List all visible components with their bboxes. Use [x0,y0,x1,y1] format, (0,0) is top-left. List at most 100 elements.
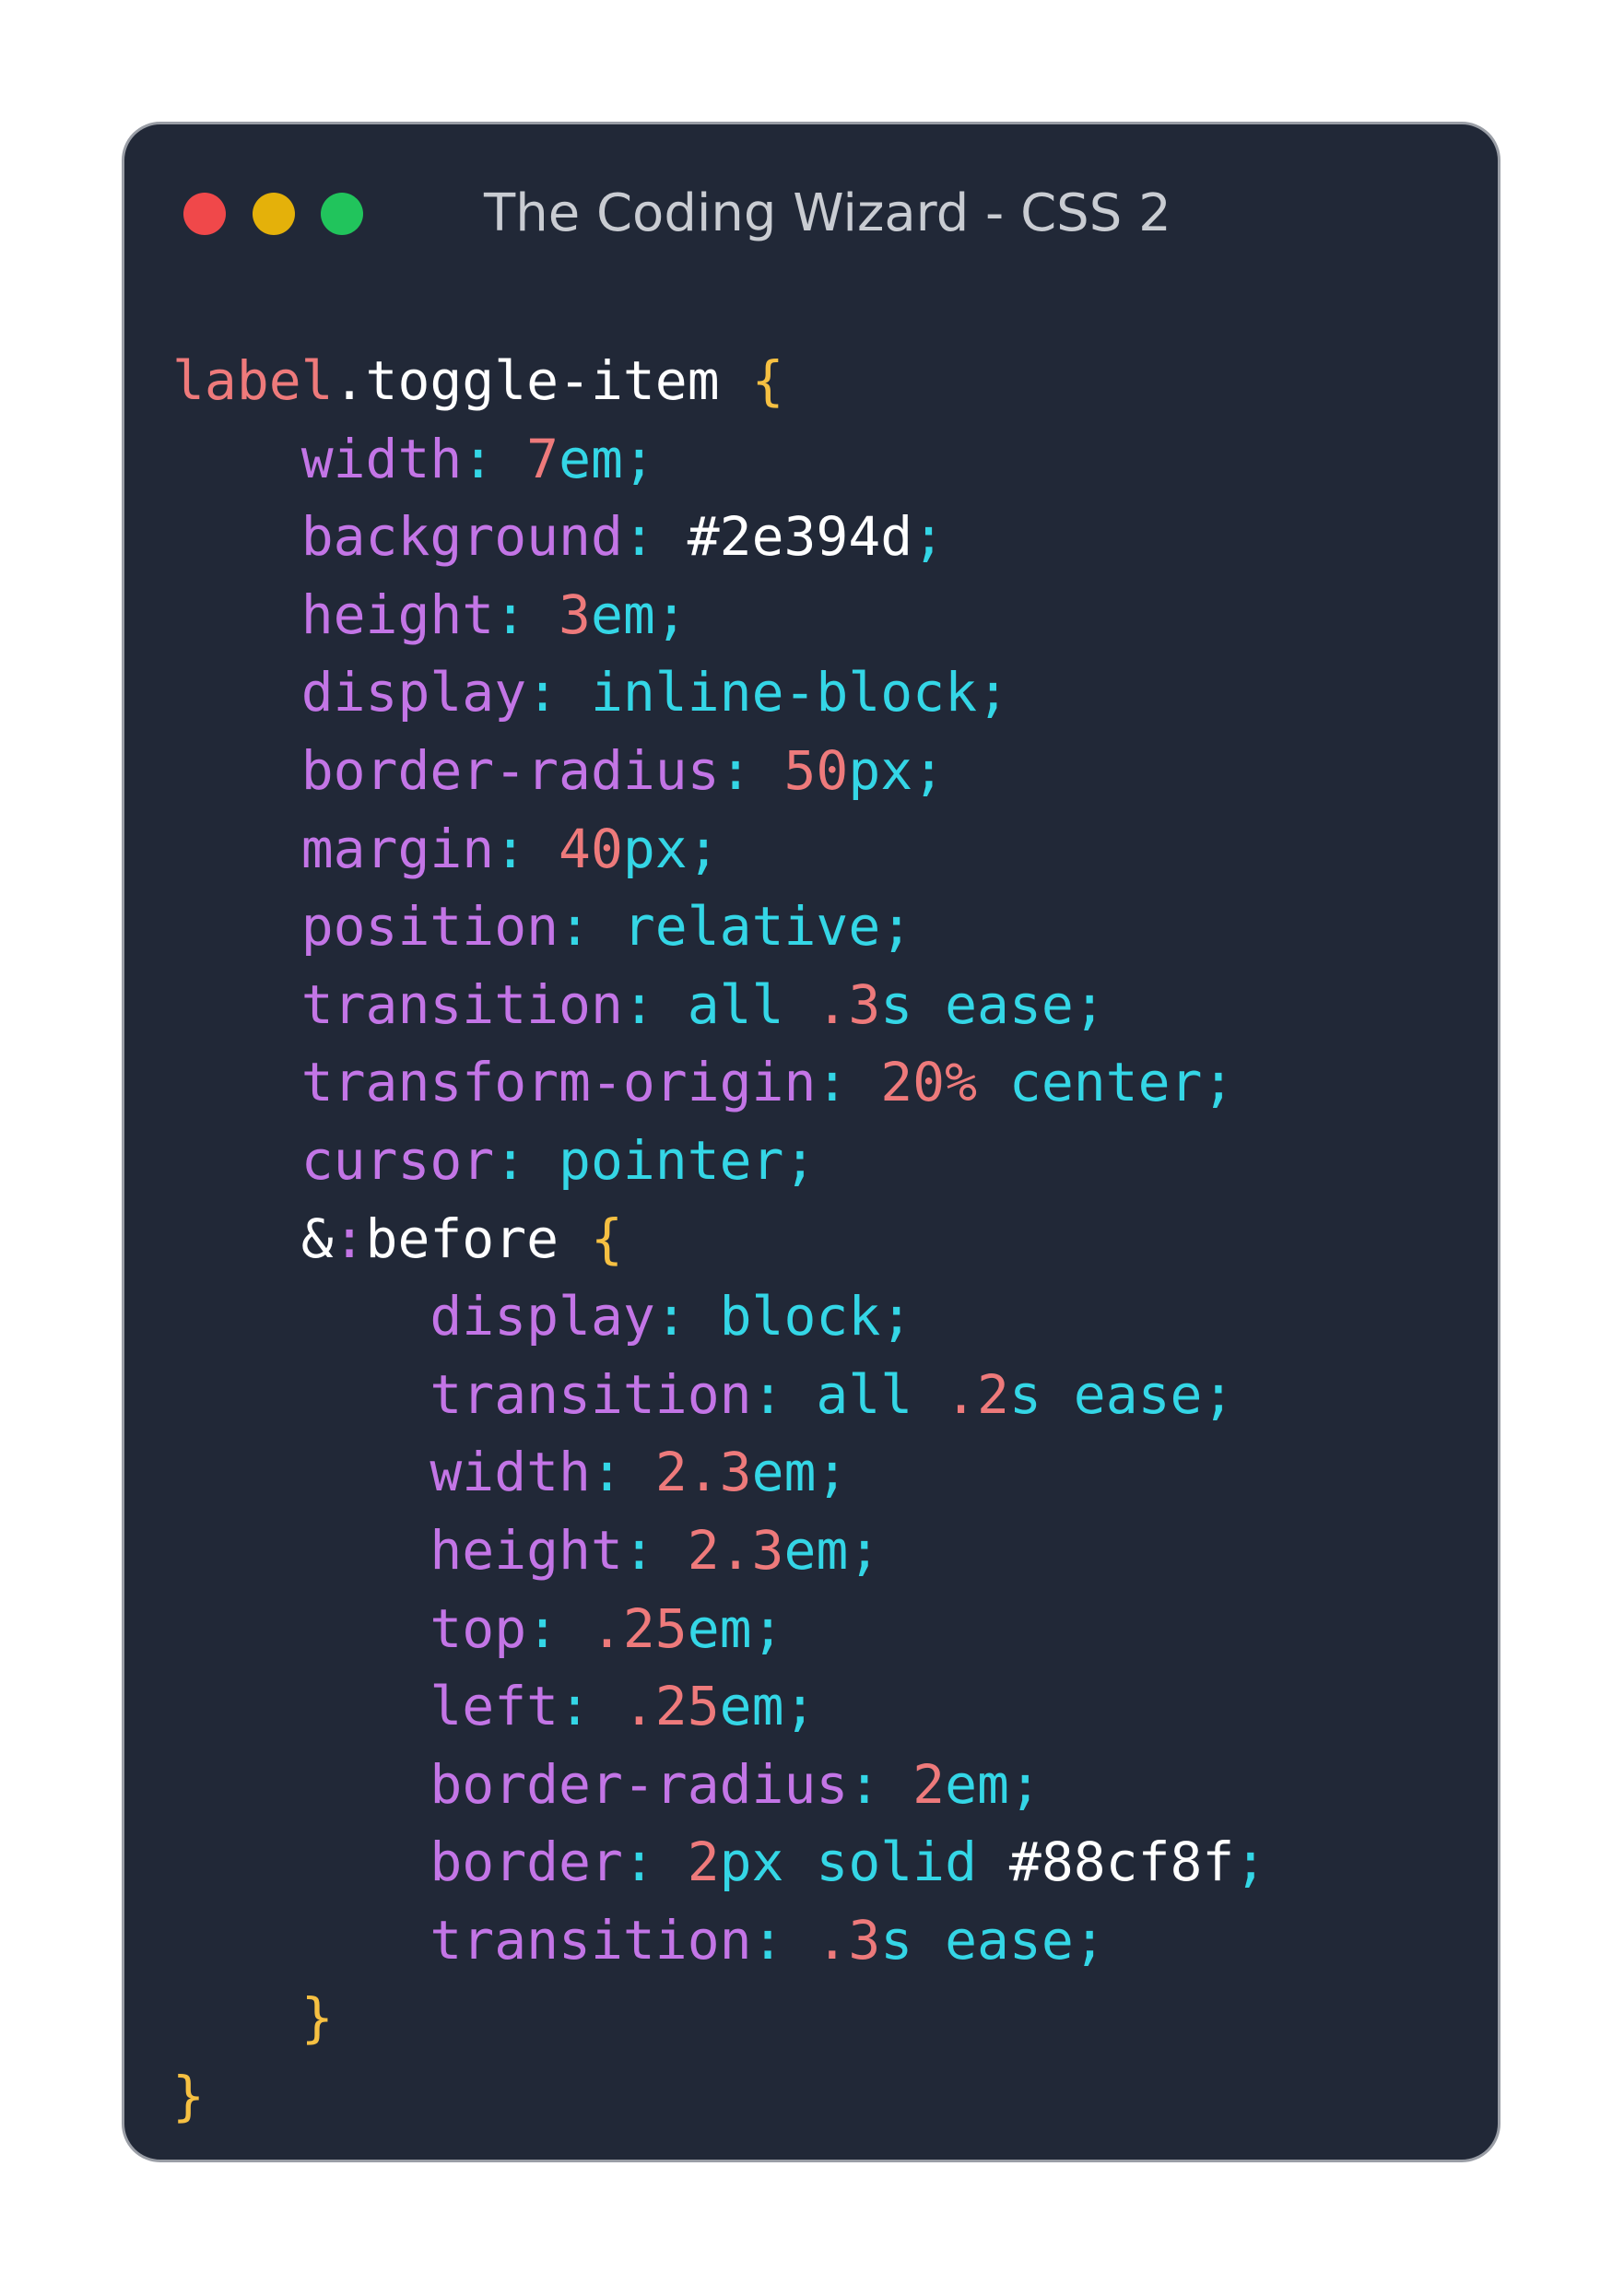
code-token: transition [430,1362,752,1426]
code-token: inline-block [590,661,977,724]
code-token: ; [912,505,946,569]
code-token: ; [622,427,655,490]
code-line: width: 7em; [172,420,1481,499]
code-line: display: inline-block; [172,653,1481,732]
code-token: ; [1202,1051,1235,1114]
code-token: #2e394d [687,505,913,569]
code-token: ; [1234,1831,1267,1894]
code-line: border-radius: 50px; [172,732,1481,810]
code-token: top [430,1596,527,1660]
code-token: : [816,1051,881,1114]
code-line: display: block; [172,1277,1481,1356]
code-token: { [751,349,784,412]
code-token: : [622,1831,688,1894]
code-token: : [654,1285,720,1348]
code-line: cursor: pointer; [172,1122,1481,1200]
code-token: 50 [783,738,849,802]
code-token: s [880,1908,946,1972]
code-token: : [751,1908,817,1972]
code-token: : [622,505,688,569]
code-token: 20% [880,1051,977,1114]
code-token: } [300,1986,334,2050]
code-token: ; [1073,1908,1106,1972]
code-token: ; [880,1285,913,1348]
code-block: label.toggle-item { width: 7em; backgrou… [172,342,1481,2136]
code-line: transform-origin: 20% center; [172,1043,1481,1122]
code-token: .toggle-item [333,349,752,412]
code-token: 2.3 [654,1441,752,1504]
code-token: : [462,427,527,490]
code-token: background [300,505,623,569]
code-token: ; [1202,1362,1235,1426]
close-window-dot-icon[interactable] [183,193,226,235]
code-token: s [880,972,946,1036]
code-token: : [494,583,559,646]
code-line: margin: 40px; [172,810,1481,889]
code-token: ; [848,1518,881,1582]
code-token: display [430,1285,655,1348]
code-token: em [783,1518,849,1582]
code-token: { [590,1207,623,1270]
code-token: transition [300,972,623,1036]
code-line: label.toggle-item { [172,342,1481,420]
code-token: 2 [687,1831,720,1894]
code-token: width [430,1441,591,1504]
code-token: position [300,895,559,959]
code-line: width: 2.3em; [172,1433,1481,1512]
code-token: em [751,1441,817,1504]
code-token: border-radius [430,1752,849,1816]
code-token: before [365,1207,591,1270]
code-token: #88cf8f [1008,1831,1235,1894]
code-token: 2.3 [687,1518,784,1582]
code-token: all [816,1362,946,1426]
code-token: all [687,972,817,1036]
code-line: height: 2.3em; [172,1512,1481,1590]
code-token: solid [816,1831,1009,1894]
code-token: ; [654,583,688,646]
code-token: px [719,1831,817,1894]
code-token: display [300,661,527,724]
code-token: center [977,1051,1203,1114]
minimize-window-dot-icon[interactable] [253,193,295,235]
code-token: ; [880,895,913,959]
code-token: ; [816,1441,849,1504]
code-token: : [333,1207,366,1270]
code-token: ; [783,1128,817,1192]
code-token: border-radius [300,738,720,802]
code-line: border-radius: 2em; [172,1746,1481,1824]
code-token: : [622,972,688,1036]
code-token: : [526,1596,591,1660]
code-token: s [1008,1362,1074,1426]
code-line: position: relative; [172,888,1481,966]
code-token: ; [751,1596,784,1660]
maximize-window-dot-icon[interactable] [321,193,363,235]
code-token: ease [945,972,1074,1036]
code-token: pointer [559,1128,784,1192]
code-line: &:before { [172,1200,1481,1278]
code-token: ; [1073,972,1106,1036]
code-token: em [590,583,655,646]
code-token: 3 [559,583,591,646]
code-token: ; [1008,1752,1041,1816]
code-token: block [719,1285,881,1348]
code-token: label [172,349,334,412]
code-token: height [300,583,495,646]
code-window: The Coding Wizard - CSS 2 label.toggle-i… [122,122,1500,2162]
code-line: border: 2px solid #88cf8f; [172,1823,1481,1901]
code-token: 7 [526,427,559,490]
code-token: : [848,1752,913,1816]
code-line: transition: all .3s ease; [172,966,1481,1044]
code-token: ; [977,661,1009,724]
code-line: background: #2e394d; [172,498,1481,576]
